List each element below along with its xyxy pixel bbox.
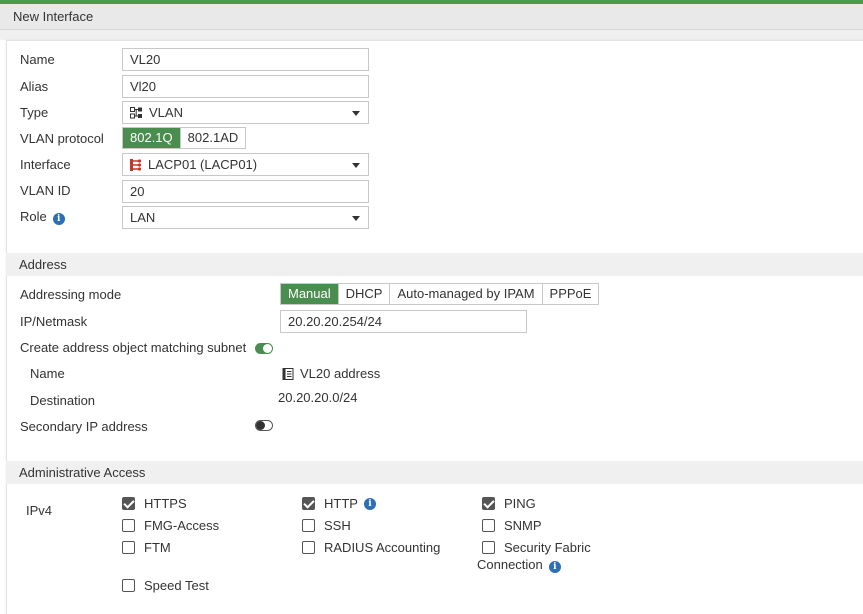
speed-test-checkbox[interactable]: Speed Test <box>122 578 209 594</box>
admin-access-section-header: Administrative Access <box>6 461 863 484</box>
mode-ipam[interactable]: Auto-managed by IPAM <box>389 284 542 304</box>
checkbox-box <box>482 519 495 532</box>
ssh-checkbox[interactable]: SSH <box>302 518 351 534</box>
snmp-label: SNMP <box>504 518 542 533</box>
speed-test-label: Speed Test <box>144 578 209 593</box>
security-fabric-checkbox[interactable]: Security Fabric <box>482 540 591 556</box>
vlan-icon <box>130 107 143 122</box>
info-icon[interactable]: i <box>363 498 376 510</box>
mode-manual[interactable]: Manual <box>281 284 338 304</box>
mode-dhcp[interactable]: DHCP <box>337 284 390 304</box>
ping-checkbox[interactable]: PING <box>482 496 536 512</box>
ssh-label: SSH <box>324 518 351 533</box>
destination-value: 20.20.20.0/24 <box>278 390 358 405</box>
radius-accounting-checkbox[interactable]: RADIUS Accounting <box>302 540 440 556</box>
role-label-row: Role i <box>20 209 65 225</box>
alias-input-value: Vl20 <box>130 79 157 94</box>
ip-netmask-input-value: 20.20.20.254/24 <box>288 314 382 329</box>
vlan-protocol-toggle: 802.1Q 802.1AD <box>122 127 247 149</box>
checkbox-box <box>122 579 135 592</box>
fmg-access-label: FMG-Access <box>144 518 220 533</box>
addressing-mode-toggle: Manual DHCP Auto-managed by IPAM PPPoE <box>280 283 600 305</box>
info-icon[interactable]: i <box>548 561 561 573</box>
dialog-title-bar: New Interface <box>0 4 863 30</box>
chevron-down-icon <box>352 111 360 116</box>
mode-pppoe[interactable]: PPPoE <box>541 284 599 304</box>
radius-accounting-label: RADIUS Accounting <box>324 540 441 555</box>
ip-netmask-label: IP/Netmask <box>20 314 88 329</box>
chevron-down-icon <box>352 163 360 168</box>
name-input[interactable]: VL20 <box>122 48 369 71</box>
admin-access-section-title: Administrative Access <box>19 465 146 480</box>
address-section-title: Address <box>19 257 67 272</box>
destination-label: Destination <box>30 393 96 408</box>
secondary-ip-toggle[interactable] <box>255 420 273 431</box>
vlan-id-input[interactable]: 20 <box>122 180 369 203</box>
role-label: Role <box>20 209 47 224</box>
type-select-value: VLAN <box>149 105 183 120</box>
snmp-checkbox[interactable]: SNMP <box>482 518 542 534</box>
name-label: Name <box>20 52 55 67</box>
addressing-mode-label: Addressing mode <box>20 287 122 302</box>
create-object-label: Create address object matching subnet <box>20 340 247 355</box>
vlan-protocol-8021ad[interactable]: 802.1AD <box>179 128 246 148</box>
create-object-toggle[interactable] <box>255 343 273 354</box>
vlan-protocol-label: VLAN protocol <box>20 131 104 146</box>
role-select-value: LAN <box>130 210 156 225</box>
toggle-knob <box>256 421 265 430</box>
vlan-protocol-8021q[interactable]: 802.1Q <box>123 128 180 148</box>
ip-netmask-input[interactable]: 20.20.20.254/24 <box>280 310 527 333</box>
alias-input[interactable]: Vl20 <box>122 75 369 98</box>
checkbox-box <box>482 541 495 554</box>
type-select[interactable]: VLAN <box>122 101 369 124</box>
type-label: Type <box>20 105 49 120</box>
http-checkbox[interactable]: HTTP i <box>302 496 376 512</box>
https-label: HTTPS <box>144 496 187 511</box>
address-section-header: Address <box>6 253 863 276</box>
interface-select[interactable]: LACP01 (LACP01) <box>122 153 369 176</box>
checkbox-box <box>122 541 135 554</box>
aggregate-icon <box>130 159 142 174</box>
checkbox-box <box>302 519 315 532</box>
address-object-icon <box>282 368 294 383</box>
ping-label: PING <box>504 496 536 511</box>
security-fabric-label-line2: Connection i <box>477 557 561 573</box>
secondary-ip-label: Secondary IP address <box>20 419 148 434</box>
checkbox-box <box>482 497 495 510</box>
title-gap <box>0 30 863 40</box>
security-fabric-label-cont: Connection <box>477 557 543 572</box>
checkbox-box <box>122 497 135 510</box>
checkbox-box <box>302 497 315 510</box>
vlan-id-input-value: 20 <box>130 184 145 199</box>
alias-label: Alias <box>20 79 49 94</box>
https-checkbox[interactable]: HTTPS <box>122 496 187 512</box>
chevron-down-icon <box>352 216 360 221</box>
http-label: HTTP <box>324 496 358 511</box>
ftm-checkbox[interactable]: FTM <box>122 540 171 556</box>
object-name-row: VL20 address <box>282 366 380 383</box>
vlan-id-label: VLAN ID <box>20 183 71 198</box>
toggle-knob <box>263 344 272 353</box>
security-fabric-label: Security Fabric <box>504 540 591 555</box>
interface-label: Interface <box>20 157 71 172</box>
dialog-title: New Interface <box>13 9 94 24</box>
info-icon[interactable]: i <box>52 213 65 225</box>
object-name-label: Name <box>30 366 65 381</box>
name-input-value: VL20 <box>130 52 161 67</box>
interface-select-value: LACP01 (LACP01) <box>148 157 258 172</box>
ipv4-label: IPv4 <box>26 503 53 518</box>
object-name-value: VL20 address <box>300 366 381 381</box>
ftm-label: FTM <box>144 540 171 555</box>
checkbox-box <box>122 519 135 532</box>
checkbox-box <box>302 541 315 554</box>
role-select[interactable]: LAN <box>122 206 369 229</box>
fmg-access-checkbox[interactable]: FMG-Access <box>122 518 219 534</box>
